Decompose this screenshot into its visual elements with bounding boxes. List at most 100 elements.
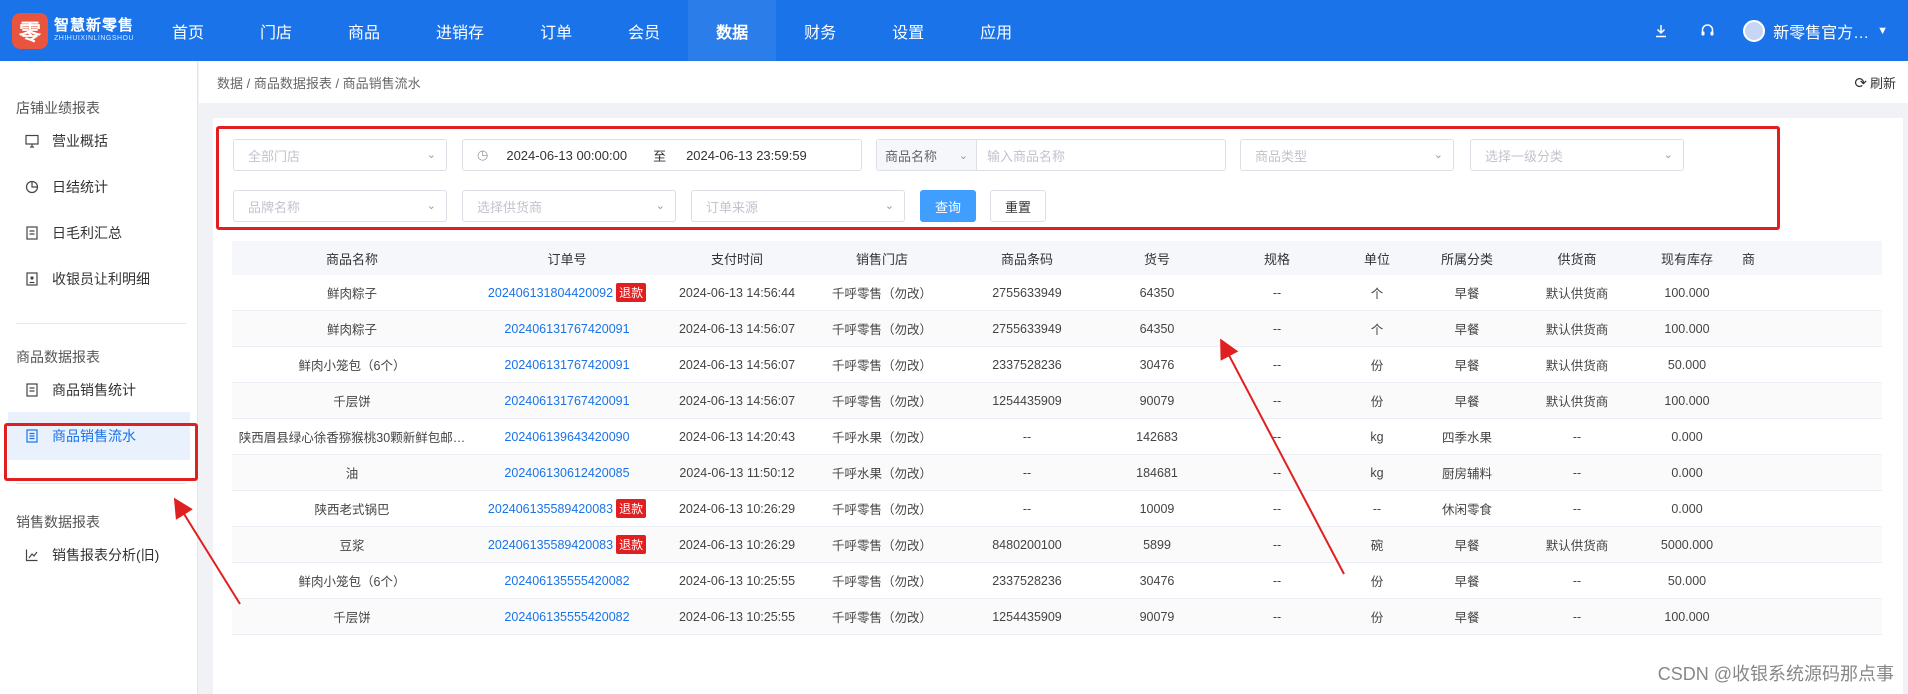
- column-header[interactable]: 商品名称: [232, 249, 472, 268]
- order-number-link[interactable]: 202406135589420083: [488, 538, 613, 552]
- nav-item-4[interactable]: 订单: [512, 0, 600, 61]
- download-icon[interactable]: [1651, 21, 1671, 41]
- table-cell[interactable]: 202406131767420091: [472, 322, 662, 336]
- table-cell[interactable]: 202406131767420091: [472, 394, 662, 408]
- column-header[interactable]: 所属分类: [1412, 249, 1522, 268]
- table-row[interactable]: 陕西老式锅巴 202406135589420083 退款 2024-06-13 10:…: [232, 491, 1882, 527]
- order-number-link[interactable]: 202406131767420091: [504, 322, 629, 336]
- sidebar-group-title: 店铺业绩报表: [16, 100, 100, 116]
- table-cell[interactable]: 202406139643420090: [472, 430, 662, 444]
- sidebar-item-2-0[interactable]: 销售报表分析(旧): [8, 531, 190, 579]
- table-row[interactable]: 油 202406130612420085 2024-06-13 11:50:12 千呼…: [232, 455, 1882, 491]
- table-cell: 默认供货商: [1545, 287, 1609, 301]
- sidebar-group-title: 商品数据报表: [16, 349, 100, 365]
- table-cell: 2024-06-13 14:20:43: [678, 429, 796, 444]
- table-cell[interactable]: 202406131804420092 退款: [472, 283, 662, 302]
- table-cell: 0.000: [1671, 429, 1703, 444]
- table-cell: 油: [345, 467, 359, 481]
- sidebar-item-0-0[interactable]: 营业概括: [8, 117, 190, 165]
- nav-item-7[interactable]: 财务: [776, 0, 864, 61]
- table-cell: --: [1272, 537, 1282, 552]
- headset-icon[interactable]: [1697, 21, 1717, 41]
- column-header[interactable]: 供货商: [1522, 249, 1632, 268]
- sidebar-item-1-0[interactable]: 商品销售统计: [8, 366, 190, 414]
- table-cell: kg: [1370, 429, 1384, 444]
- nav-item-8[interactable]: 设置: [864, 0, 952, 61]
- column-header[interactable]: 单位: [1342, 249, 1412, 268]
- logo-mark: 零: [12, 12, 48, 49]
- table-cell: 8480200100: [992, 537, 1062, 552]
- order-number-link[interactable]: 202406135589420083: [488, 502, 613, 516]
- table-cell[interactable]: 202406135589420083 退款: [472, 499, 662, 518]
- table-row[interactable]: 陕西眉县绿心徐香猕猴桃30颗新鲜包邮… 202406139643420090 202…: [232, 419, 1882, 455]
- nav-item-2[interactable]: 商品: [320, 0, 408, 61]
- table-cell: 千呼零售（勿改）: [831, 395, 932, 409]
- sidebar-item-0-2[interactable]: 日毛利汇总: [8, 209, 190, 257]
- table-cell: 早餐: [1454, 323, 1480, 337]
- main-nav: 首页 门店 商品 进销存 订单 会员 数据 财务 设置 应用: [144, 0, 1040, 61]
- table-cell: 64350: [1139, 321, 1175, 336]
- order-number-link[interactable]: 202406131767420091: [504, 358, 629, 372]
- sidebar-item-0-1[interactable]: 日结统计: [8, 163, 190, 211]
- order-number-link[interactable]: 202406139643420090: [504, 430, 629, 444]
- sidebar-item-label: 营业概括: [52, 133, 108, 149]
- table-cell[interactable]: 202406131767420091: [472, 358, 662, 372]
- chart-icon: [24, 547, 40, 563]
- table-row[interactable]: 豆浆 202406135589420083 退款 2024-06-13 10:26:2…: [232, 527, 1882, 563]
- table-cell: 2024-06-13 14:56:07: [678, 321, 796, 336]
- order-number-link[interactable]: 202406135555420082: [504, 610, 629, 624]
- order-number-link[interactable]: 202406131804420092: [488, 286, 613, 300]
- order-number-link[interactable]: 202406135555420082: [504, 574, 629, 588]
- refresh-label: 刷新: [1869, 76, 1896, 91]
- refund-badge: 退款: [616, 283, 647, 302]
- app-logo[interactable]: 零 智慧新零售 ZHIHUIXINLINGSHOU: [0, 0, 140, 61]
- order-number-link[interactable]: 202406130612420085: [504, 466, 629, 480]
- avatar: [1743, 19, 1766, 42]
- table-cell: 100.000: [1664, 609, 1710, 624]
- table-cell: 2024-06-13 10:25:55: [678, 609, 796, 624]
- table-row[interactable]: 鲜肉粽子 202406131804420092 退款 2024-06-13 14:56…: [232, 275, 1882, 311]
- table-cell: 64350: [1139, 285, 1175, 300]
- nav-item-3[interactable]: 进销存: [408, 0, 512, 61]
- table-row[interactable]: 鲜肉粽子 202406131767420091 2024-06-13 14:56:0…: [232, 311, 1882, 347]
- column-header[interactable]: 规格: [1212, 249, 1342, 268]
- logo-subtitle: ZHIHUIXINLINGSHOU: [54, 34, 135, 42]
- table-cell: 50.000: [1667, 573, 1707, 588]
- order-number-link[interactable]: 202406131767420091: [504, 394, 629, 408]
- column-header[interactable]: 现有库存: [1632, 249, 1742, 268]
- column-header[interactable]: 货号: [1102, 249, 1212, 268]
- table-cell: 2755633949: [992, 321, 1062, 336]
- nav-item-0[interactable]: 首页: [144, 0, 232, 61]
- table-header: 商品名称 订单号 支付时间 销售门店 商品条码 货号 规格 单位 所属分类 供货商 现有库存商: [232, 241, 1882, 275]
- table-row[interactable]: 鲜肉小笼包（6个） 202406135555420082 2024-06-13 10…: [232, 563, 1882, 599]
- top-navbar: 零 智慧新零售 ZHIHUIXINLINGSHOU 首页 门店 商品 进销存 订单 会员数…: [0, 0, 1908, 61]
- table-cell[interactable]: 202406130612420085: [472, 466, 662, 480]
- nav-item-9[interactable]: 应用: [952, 0, 1040, 61]
- table-cell[interactable]: 202406135555420082: [472, 610, 662, 624]
- table-row[interactable]: 千层饼 202406131767420091 2024-06-13 14:56:07…: [232, 383, 1882, 419]
- column-header[interactable]: 商: [1742, 249, 1782, 268]
- table-cell: 30476: [1139, 357, 1175, 372]
- nav-item-6[interactable]: 数据: [688, 0, 777, 61]
- table-row[interactable]: 鲜肉小笼包（6个） 202406131767420091 2024-06-13 14…: [232, 347, 1882, 383]
- refresh-button[interactable]: ⟳ 刷新: [1854, 73, 1896, 92]
- table-cell: 90079: [1139, 393, 1175, 408]
- table-cell: 千呼零售（勿改）: [831, 323, 932, 337]
- sales-flow-table: 商品名称 订单号 支付时间 销售门店 商品条码 货号 规格 单位 所属分类 供货商 现有库存商 鲜肉…: [232, 241, 1882, 635]
- sidebar-item-0-3[interactable]: 收银员让利明细: [8, 255, 190, 303]
- table-cell: 100.000: [1664, 393, 1710, 408]
- table-cell: 2024-06-13 10:25:55: [678, 573, 796, 588]
- table-row[interactable]: 千层饼 202406135555420082 2024-06-13 10:25:55…: [232, 599, 1882, 635]
- column-header[interactable]: 订单号: [472, 249, 662, 268]
- nav-item-1[interactable]: 门店: [232, 0, 320, 61]
- user-menu[interactable]: 新零售官方… ▼: [1743, 19, 1888, 43]
- column-header[interactable]: 支付时间: [662, 249, 812, 268]
- column-header[interactable]: 商品条码: [952, 249, 1102, 268]
- nav-item-5[interactable]: 会员: [600, 0, 688, 61]
- table-cell: --: [1272, 429, 1282, 444]
- column-header[interactable]: 销售门店: [812, 249, 952, 268]
- table-cell: 早餐: [1454, 359, 1480, 373]
- table-cell[interactable]: 202406135555420082: [472, 574, 662, 588]
- table-cell: 90079: [1139, 609, 1175, 624]
- table-cell[interactable]: 202406135589420083 退款: [472, 535, 662, 554]
